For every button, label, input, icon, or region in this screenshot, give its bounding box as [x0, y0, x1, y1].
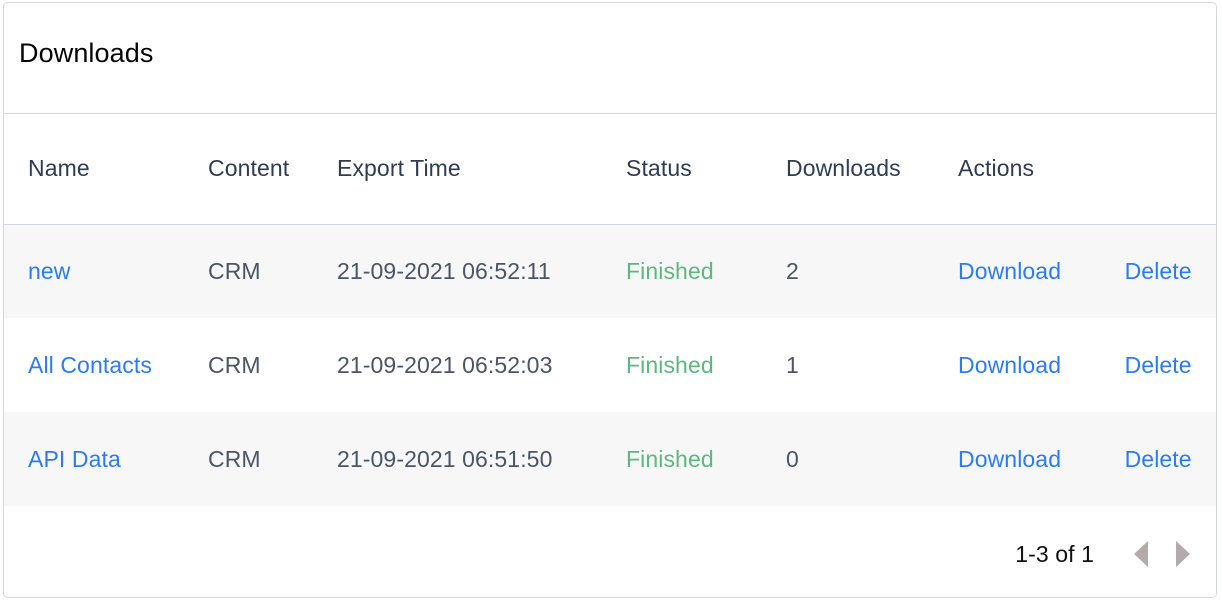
download-action-link[interactable]: Download — [958, 352, 1061, 378]
table-head: Name Content Export Time Status Download… — [4, 114, 1216, 225]
cell-content: CRM — [208, 351, 261, 378]
table-body: new CRM 21-09-2021 06:52:11 Finished 2 D… — [4, 224, 1216, 506]
delete-action-link[interactable]: Delete — [1125, 446, 1192, 472]
download-name-link[interactable]: API Data — [28, 446, 121, 472]
cell-export-time: 21-09-2021 06:51:50 — [337, 445, 553, 472]
downloads-card: Downloads Name Content Export Time Statu… — [3, 2, 1217, 598]
table-row: All Contacts CRM 21-09-2021 06:52:03 Fin… — [4, 318, 1216, 412]
downloads-table: Name Content Export Time Status Download… — [4, 114, 1216, 506]
cell-status: Finished — [626, 412, 786, 506]
cell-downloads-count: 0 — [786, 445, 799, 472]
table-row: API Data CRM 21-09-2021 06:51:50 Finishe… — [4, 412, 1216, 506]
pagination-bar: 1-3 of 1 — [4, 511, 1216, 597]
download-name-link[interactable]: All Contacts — [28, 352, 152, 378]
delete-action-link[interactable]: Delete — [1125, 258, 1192, 284]
table-header-row: Name Content Export Time Status Download… — [4, 114, 1216, 225]
column-header-content[interactable]: Content — [208, 114, 337, 225]
cell-actions: Download Delete — [958, 318, 1216, 412]
cell-export-time: 21-09-2021 06:52:03 — [337, 351, 553, 378]
download-name-link[interactable]: new — [28, 258, 71, 284]
status-badge: Finished — [626, 445, 714, 472]
page-title: Downloads — [19, 38, 154, 68]
cell-name: new — [4, 224, 208, 318]
cell-name: API Data — [4, 412, 208, 506]
previous-page-button[interactable] — [1123, 536, 1159, 572]
cell-export-time: 21-09-2021 06:52:11 — [337, 257, 551, 284]
cell-downloads-count: 2 — [786, 257, 799, 284]
cell-status: Finished — [626, 224, 786, 318]
column-header-export-time[interactable]: Export Time — [337, 114, 626, 225]
column-header-name[interactable]: Name — [4, 114, 208, 225]
cell-actions: Download Delete — [958, 224, 1216, 318]
column-header-actions: Actions — [958, 114, 1216, 225]
delete-action-link[interactable]: Delete — [1125, 352, 1192, 378]
download-action-link[interactable]: Download — [958, 446, 1061, 472]
next-page-button[interactable] — [1165, 536, 1201, 572]
cell-downloads-count: 1 — [786, 351, 799, 378]
cell-content: CRM — [208, 257, 261, 284]
card-header: Downloads — [4, 3, 1216, 114]
status-badge: Finished — [626, 257, 714, 284]
column-header-downloads[interactable]: Downloads — [786, 114, 958, 225]
cell-status: Finished — [626, 318, 786, 412]
triangle-right-icon — [1176, 541, 1190, 567]
download-action-link[interactable]: Download — [958, 258, 1061, 284]
pagination-range-label: 1-3 of 1 — [1015, 540, 1094, 567]
cell-actions: Download Delete — [958, 412, 1216, 506]
cell-content: CRM — [208, 445, 261, 472]
cell-name: All Contacts — [4, 318, 208, 412]
status-badge: Finished — [626, 351, 714, 378]
triangle-left-icon — [1134, 541, 1148, 567]
table-row: new CRM 21-09-2021 06:52:11 Finished 2 D… — [4, 224, 1216, 318]
column-header-status[interactable]: Status — [626, 114, 786, 225]
